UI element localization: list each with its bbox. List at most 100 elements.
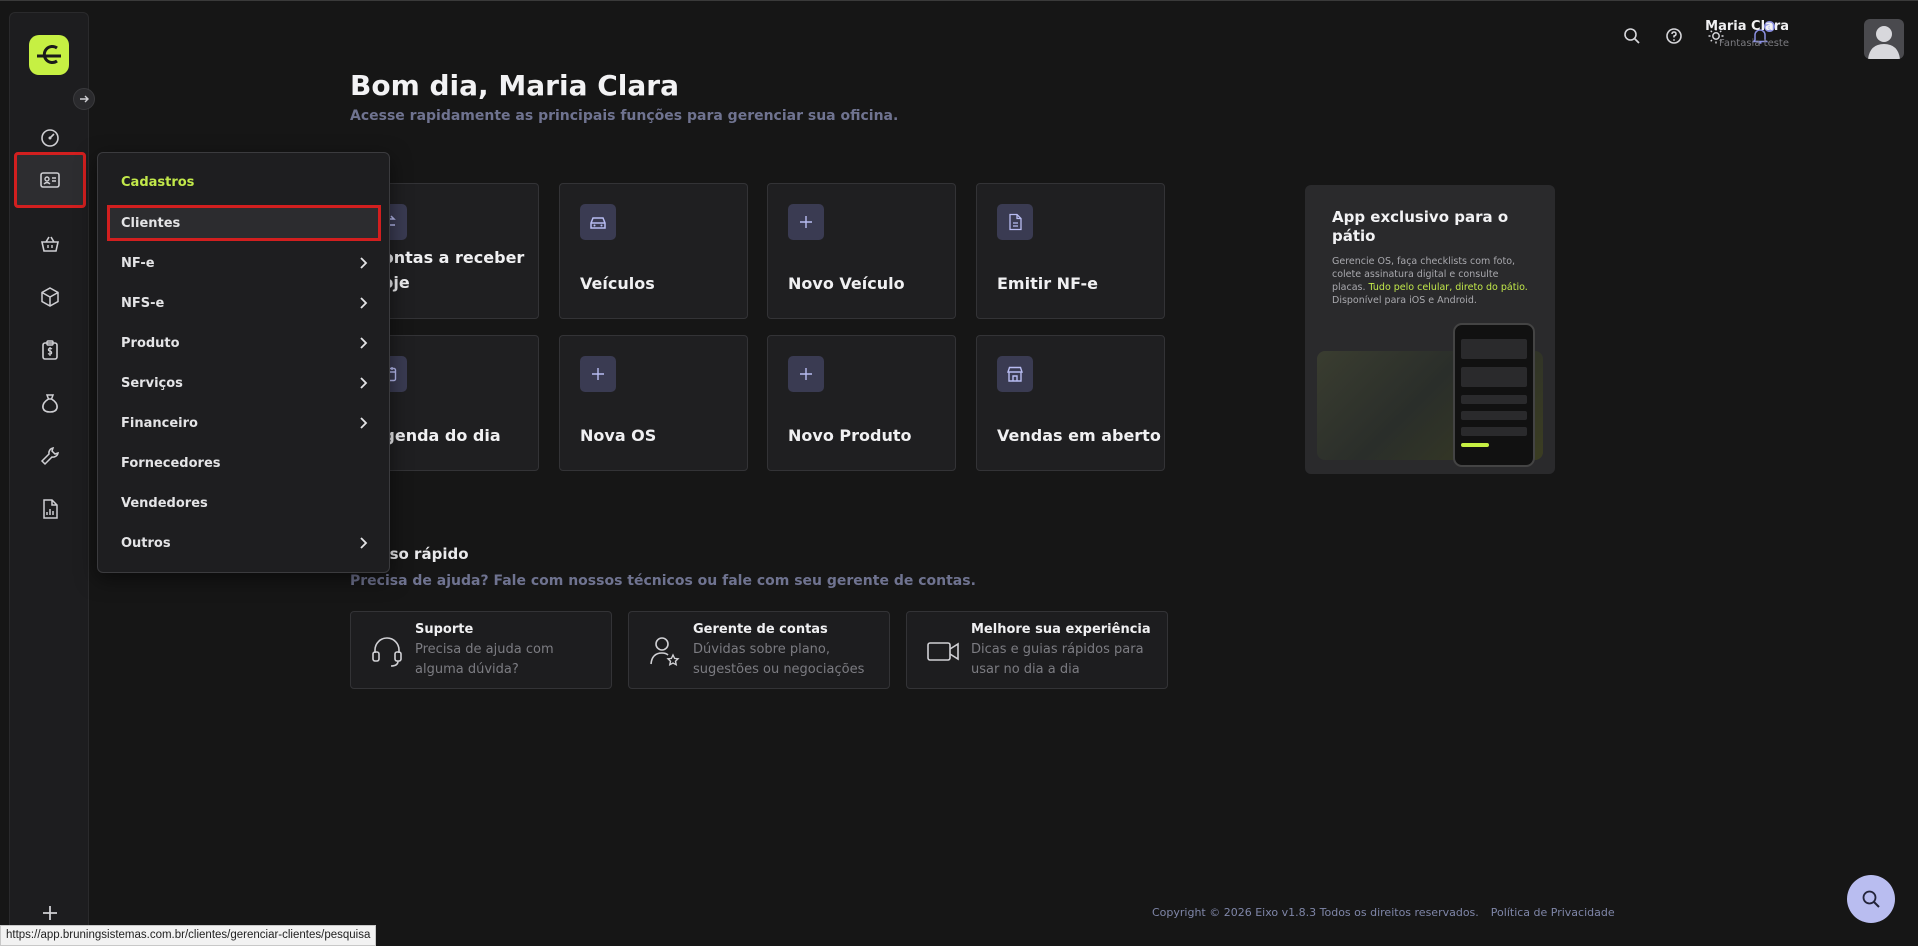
logo-e-icon (37, 45, 61, 64)
user-star-icon (647, 633, 683, 669)
app-logo[interactable] (29, 35, 69, 75)
menu-item-produto[interactable]: Produto (107, 325, 381, 361)
experience-desc: Dicas e guias rápidos para usar no dia a… (971, 642, 1144, 677)
box-icon (41, 287, 59, 307)
promo-title: App exclusivo para o pátio (1332, 208, 1509, 245)
menu-item-vendedores[interactable]: Vendedores (107, 485, 381, 521)
money-bag-icon (42, 394, 58, 413)
menu-item-label: Produto (121, 335, 180, 351)
card-nova-os[interactable]: Nova OS (559, 335, 748, 471)
card-label: Nova OS (580, 426, 657, 445)
quick-access-subtitle: Precisa de ajuda? Fale com nossos técnic… (350, 573, 976, 589)
menu-item-nfse[interactable]: NFS-e (107, 285, 381, 321)
menu-item-label: Fornecedores (121, 455, 221, 471)
menu-item-nfe[interactable]: NF-e (107, 245, 381, 281)
card-label: Agenda do dia (371, 426, 501, 445)
card-label: Contas a receber hoje (371, 248, 525, 292)
menu-item-clientes[interactable]: Clientes (107, 205, 381, 241)
cadastros-flyout-menu: Cadastros Clientes NF-e NFS-e Produto Se… (97, 152, 390, 573)
menu-item-fornecedores[interactable]: Fornecedores (107, 445, 381, 481)
page-subtitle: Acesse rapidamente as principais funções… (350, 108, 899, 124)
browser-status-url: https://app.bruningsistemas.com.br/clien… (0, 925, 377, 946)
card-veiculos[interactable]: Veículos (559, 183, 748, 319)
sidebar-item-financeiro[interactable] (18, 324, 82, 376)
chevron-right-icon (359, 377, 369, 389)
search-button[interactable] (1621, 25, 1643, 47)
account-manager-card[interactable]: Gerente de contas Dúvidas sobre plano, s… (628, 611, 890, 689)
plus-icon (43, 906, 57, 920)
promo-text-highlight: Tudo pelo celular, direto do pátio. (1368, 282, 1528, 293)
user-company: Fantasia teste (1719, 38, 1789, 49)
menu-item-servicos[interactable]: Serviços (107, 365, 381, 401)
card-emitir-nfe[interactable]: Emitir NF-e (976, 183, 1165, 319)
sidebar-expand-toggle[interactable] (73, 88, 95, 110)
menu-item-label: Vendedores (121, 495, 208, 511)
top-border (0, 0, 1918, 1)
flyout-title: Cadastros (121, 175, 195, 190)
menu-item-outros[interactable]: Outros (107, 525, 381, 561)
menu-item-label: NF-e (121, 255, 155, 271)
experience-card[interactable]: Melhore sua experiência Dicas e guias rá… (906, 611, 1168, 689)
chevron-right-icon (359, 537, 369, 549)
plus-icon (580, 356, 616, 392)
sidebar (9, 12, 95, 938)
sidebar-item-servicos[interactable] (18, 430, 82, 482)
user-silhouette-icon (1868, 26, 1900, 59)
card-novo-veiculo[interactable]: Novo Veículo (767, 183, 956, 319)
document-icon (997, 204, 1033, 240)
floating-search-button[interactable] (1847, 875, 1895, 923)
sidebar-item-vendas[interactable] (18, 218, 82, 270)
avatar[interactable] (1864, 19, 1904, 59)
page-title: Bom dia, Maria Clara (350, 69, 679, 102)
promo-text: Gerencie OS, faça checklists com foto, c… (1332, 255, 1532, 307)
footer: Copyright © 2026 Eixo v1.8.3 Todos os di… (1152, 906, 1615, 919)
card-label: Novo Produto (788, 426, 912, 445)
car-icon (580, 204, 616, 240)
sidebar-item-caixa[interactable] (18, 377, 82, 429)
app-promo-card[interactable]: App exclusivo para o pátio Gerencie OS, … (1305, 185, 1555, 474)
phone-mockup (1453, 323, 1535, 467)
account-manager-title: Gerente de contas (693, 622, 828, 637)
menu-item-label: Financeiro (121, 415, 198, 431)
chevron-right-icon (359, 337, 369, 349)
card-vendas-aberto[interactable]: Vendas em aberto (976, 335, 1165, 471)
chevron-right-icon (359, 417, 369, 429)
basket-icon (41, 236, 59, 252)
headset-icon (369, 633, 405, 669)
sidebar-item-cadastros[interactable] (14, 152, 86, 208)
card-novo-produto[interactable]: Novo Produto (767, 335, 956, 471)
store-icon (997, 356, 1033, 392)
menu-item-label: NFS-e (121, 295, 165, 311)
experience-title: Melhore sua experiência (971, 622, 1151, 637)
plus-icon (788, 204, 824, 240)
card-label: Veículos (580, 274, 655, 293)
chevron-right-icon (359, 257, 369, 269)
card-label: Emitir NF-e (997, 274, 1098, 293)
help-circle-icon (1666, 28, 1682, 44)
clipboard-dollar-icon (42, 340, 58, 360)
id-card-icon (40, 172, 60, 188)
search-icon (1862, 890, 1880, 908)
menu-item-label: Clientes (121, 215, 181, 231)
menu-item-label: Serviços (121, 375, 183, 391)
sidebar-item-produtos[interactable] (18, 271, 82, 323)
copyright-text: Copyright © 2026 Eixo v1.8.3 Todos os di… (1152, 906, 1479, 919)
card-label: Vendas em aberto (997, 426, 1161, 445)
support-desc: Precisa de ajuda com alguma dúvida? (415, 642, 554, 677)
help-button[interactable] (1663, 25, 1685, 47)
wrench-icon (40, 447, 59, 466)
arrow-right-icon (80, 95, 89, 103)
video-icon (925, 633, 961, 669)
menu-item-label: Outros (121, 535, 171, 551)
user-name[interactable]: Maria Clara (1705, 19, 1789, 34)
search-icon (1624, 28, 1640, 44)
menu-item-financeiro[interactable]: Financeiro (107, 405, 381, 441)
account-manager-desc: Dúvidas sobre plano, sugestões ou negoci… (693, 642, 865, 677)
card-label: Novo Veículo (788, 274, 905, 293)
promo-text-part: Disponível para iOS e Android. (1332, 295, 1477, 306)
sidebar-item-relatorios[interactable] (18, 483, 82, 535)
privacy-link[interactable]: Política de Privacidade (1491, 906, 1615, 919)
support-title: Suporte (415, 622, 474, 637)
chevron-right-icon (359, 297, 369, 309)
support-card[interactable]: Suporte Precisa de ajuda com alguma dúvi… (350, 611, 612, 689)
